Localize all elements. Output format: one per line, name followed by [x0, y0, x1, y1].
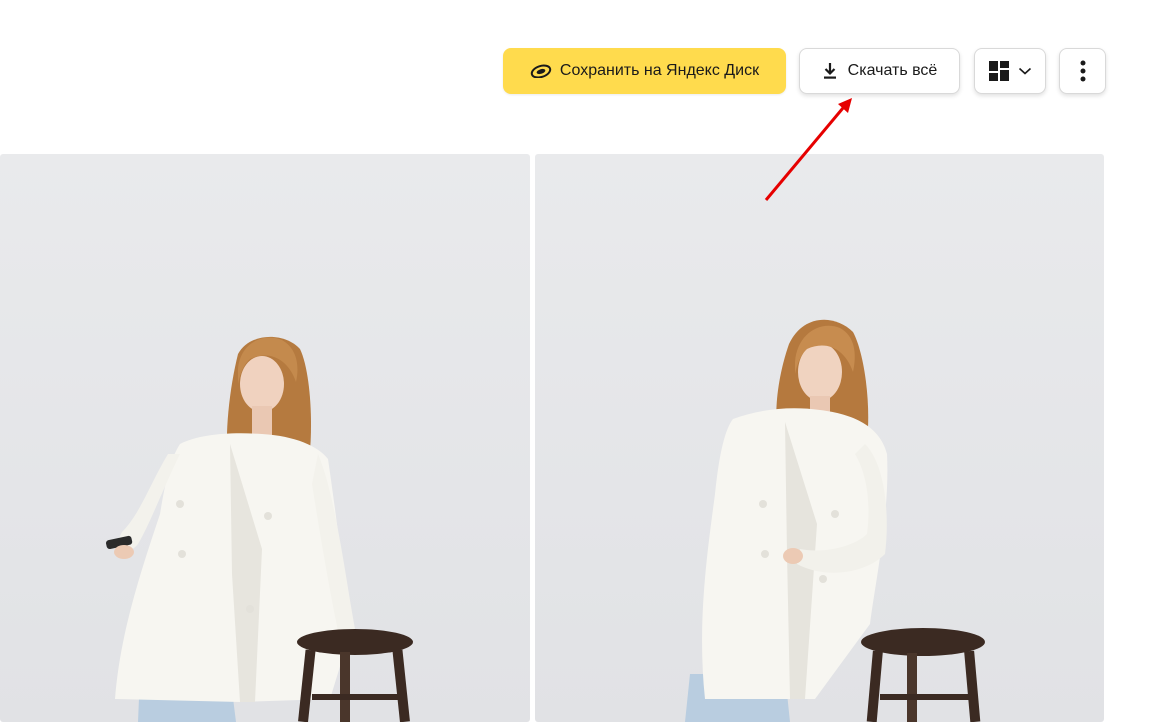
save-to-disk-button[interactable]: Сохранить на Яндекс Диск	[503, 48, 786, 94]
photo-woman-white-blazer	[685, 319, 985, 722]
download-icon	[822, 62, 838, 80]
gallery-photo[interactable]	[535, 154, 1104, 722]
more-vertical-icon	[1080, 60, 1086, 82]
public-folder-page: Сохранить на Яндекс Диск Скачать всё	[0, 0, 1150, 722]
view-mode-dropdown[interactable]	[974, 48, 1046, 94]
yandex-disk-icon	[530, 64, 552, 78]
grid-layout-icon	[988, 60, 1010, 82]
photo-woman-white-blazer	[106, 336, 413, 722]
save-button-label: Сохранить на Яндекс Диск	[559, 62, 760, 79]
more-options-button[interactable]	[1059, 48, 1106, 94]
download-all-button[interactable]: Скачать всё	[799, 48, 960, 94]
download-button-label: Скачать всё	[847, 62, 938, 79]
chevron-down-icon	[1018, 66, 1032, 76]
gallery-photo[interactable]	[0, 154, 530, 722]
